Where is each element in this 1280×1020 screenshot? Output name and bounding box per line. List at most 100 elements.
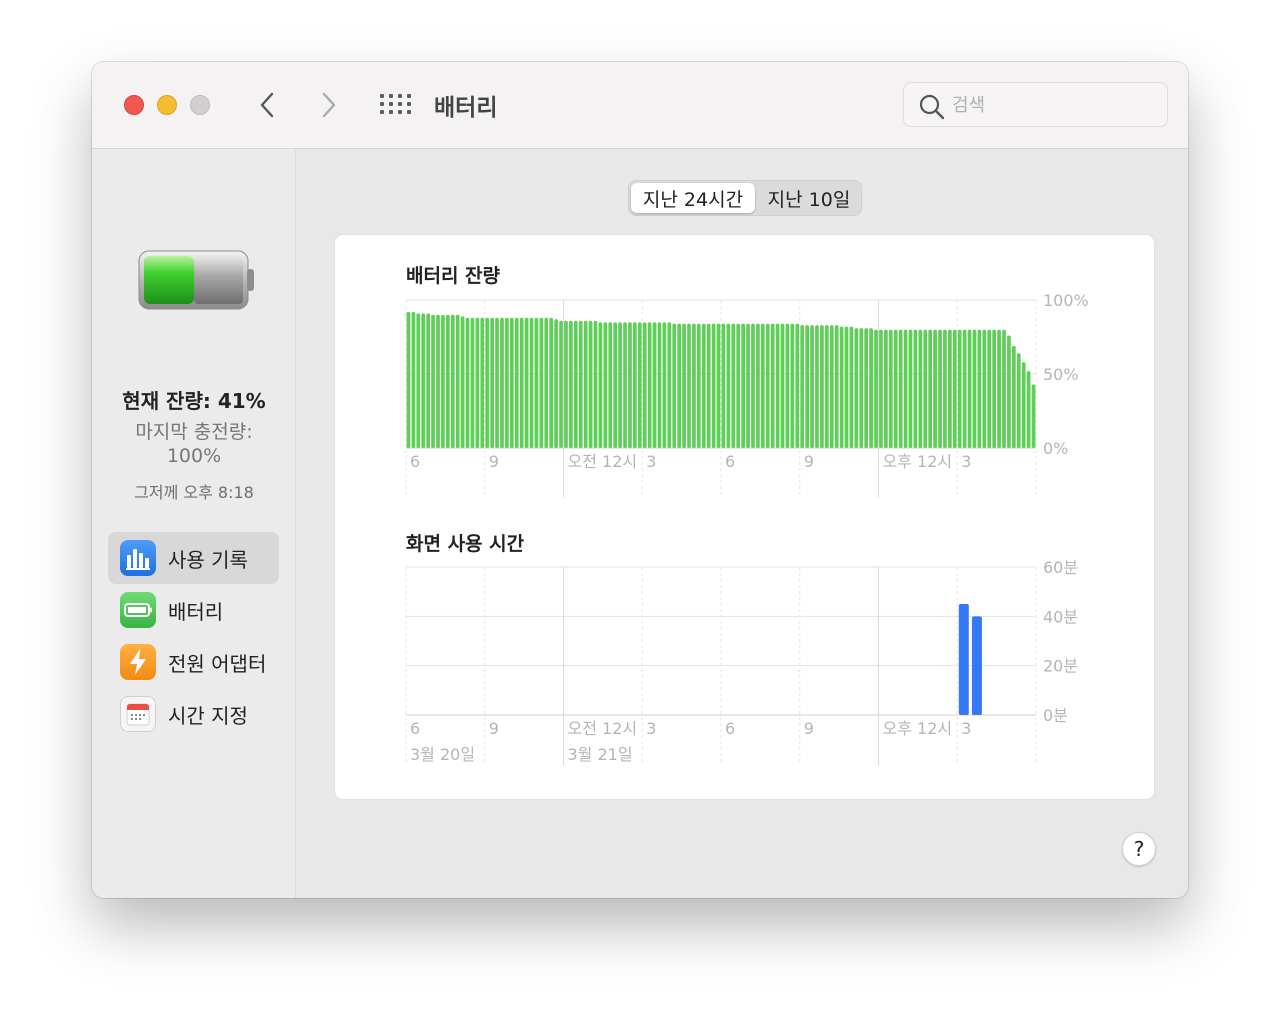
chart-bar <box>977 329 982 448</box>
chart-bar <box>613 322 618 448</box>
chart-bar <box>495 317 499 448</box>
chart-bar <box>539 317 544 448</box>
chevron-right-icon <box>322 92 336 118</box>
search-input[interactable] <box>952 91 1152 119</box>
chart-bar <box>933 329 937 448</box>
chart-bar <box>997 329 1001 448</box>
chart-bar <box>509 317 514 448</box>
chart-bar <box>987 329 992 448</box>
chart-bar <box>588 320 593 448</box>
chart-bar <box>692 323 696 448</box>
chart-bar <box>652 322 657 448</box>
chart-bar <box>436 314 440 448</box>
close-window-button[interactable] <box>124 95 144 115</box>
x-tick-label: 9 <box>489 719 499 738</box>
sidebar-item-power-adapter[interactable]: 전원 어댑터 <box>108 636 279 688</box>
chart-bar <box>534 317 539 448</box>
chart-title: 배터리 잔량 <box>406 265 501 287</box>
chart-bar <box>962 329 967 448</box>
chart-bar <box>623 322 627 448</box>
chart-bar <box>524 317 529 448</box>
chart-bar <box>741 323 746 448</box>
chart-bar <box>756 323 760 448</box>
y-tick-label: 40분 <box>1043 607 1078 626</box>
chart-bar <box>884 329 888 448</box>
chart-bar <box>751 323 755 448</box>
current-charge: 현재 잔량: 41% <box>122 389 266 413</box>
chart-bar <box>465 317 470 448</box>
chart-bar <box>583 320 588 448</box>
sidebar-item-battery[interactable]: 배터리 <box>108 584 279 636</box>
chart-bar <box>957 329 962 448</box>
chart-bar <box>441 314 445 448</box>
chart-bar <box>445 314 450 448</box>
sidebar-item-schedule[interactable]: 시간 지정 <box>108 688 279 740</box>
chart-bar <box>485 317 490 448</box>
chart-bar <box>632 322 637 448</box>
search-field[interactable] <box>903 82 1168 127</box>
chart-bar <box>938 329 942 448</box>
chart-bar <box>726 323 731 448</box>
chart-bar <box>879 329 883 448</box>
show-all-button[interactable] <box>380 94 412 116</box>
chart-bar <box>554 319 558 448</box>
y-tick-label: 100% <box>1043 291 1089 310</box>
chart-bar <box>569 320 573 448</box>
last-10-days-tab[interactable]: 지난 10일 <box>757 183 861 213</box>
chart-bar <box>775 323 780 448</box>
x-tick-label: 9 <box>804 719 814 738</box>
chart-bar <box>716 323 721 448</box>
search-icon <box>919 94 945 120</box>
chart-bar <box>874 329 878 448</box>
x-tick-label: 오후 12시 <box>883 452 953 471</box>
chart-bar <box>869 328 873 448</box>
chart-bar <box>785 323 790 448</box>
chart-bar <box>810 325 814 448</box>
chart-bar <box>593 320 598 448</box>
chart-bar <box>701 323 706 448</box>
x-tick-label: 3 <box>961 719 971 738</box>
chart-bar <box>795 323 800 448</box>
forward-button[interactable] <box>314 90 344 120</box>
chart-bar <box>672 323 677 448</box>
chart-bar <box>923 329 928 448</box>
chart-bar <box>820 325 824 448</box>
help-button[interactable]: ? <box>1122 832 1156 866</box>
x-tick-label: 6 <box>725 719 735 738</box>
x-tick-label: 6 <box>725 452 735 471</box>
chart-bar <box>549 317 554 448</box>
chart-bar <box>431 314 435 448</box>
chart-bar <box>1002 329 1006 448</box>
calendar-icon <box>120 696 156 732</box>
chart-bar <box>982 329 987 448</box>
chart-bar <box>647 322 652 448</box>
preferences-window: 배터리 검색 현재 잔량: 41% 마지막 충전량: 100% 그저께 오후 8… <box>92 62 1188 898</box>
chart-bar <box>790 323 795 448</box>
chart-bar <box>972 329 977 448</box>
chart-bar <box>731 323 736 448</box>
chart-bar <box>421 313 426 448</box>
last-24-hours-tab[interactable]: 지난 24시간 <box>631 183 755 213</box>
chart-bar <box>943 329 947 448</box>
sidebar: 현재 잔량: 41% 마지막 충전량: 100% 그저께 오후 8:18 사용 … <box>92 149 296 898</box>
zoom-window-button[interactable] <box>190 95 210 115</box>
chart-bar <box>559 320 563 448</box>
title-bar: 배터리 <box>92 62 1188 149</box>
chart-bar <box>608 322 613 448</box>
sidebar-item-usage-history[interactable]: 사용 기록 <box>108 532 279 584</box>
chart-bar <box>687 323 691 448</box>
back-button[interactable] <box>252 90 282 120</box>
window-title: 배터리 <box>434 95 498 121</box>
chart-bar <box>475 317 480 448</box>
chart-bar <box>864 328 869 448</box>
minimize-window-button[interactable] <box>157 95 177 115</box>
chart-bar <box>628 322 632 448</box>
chart-bar <box>514 317 519 448</box>
sidebar-item-label: 전원 어댑터 <box>168 651 267 676</box>
x-tick-label: 오전 12시 <box>568 719 638 738</box>
chart-bar <box>1026 371 1031 448</box>
x-tick-label: 9 <box>804 452 814 471</box>
chart-bar <box>967 329 972 448</box>
chart-bar <box>667 322 672 448</box>
chart-bar <box>815 325 819 448</box>
